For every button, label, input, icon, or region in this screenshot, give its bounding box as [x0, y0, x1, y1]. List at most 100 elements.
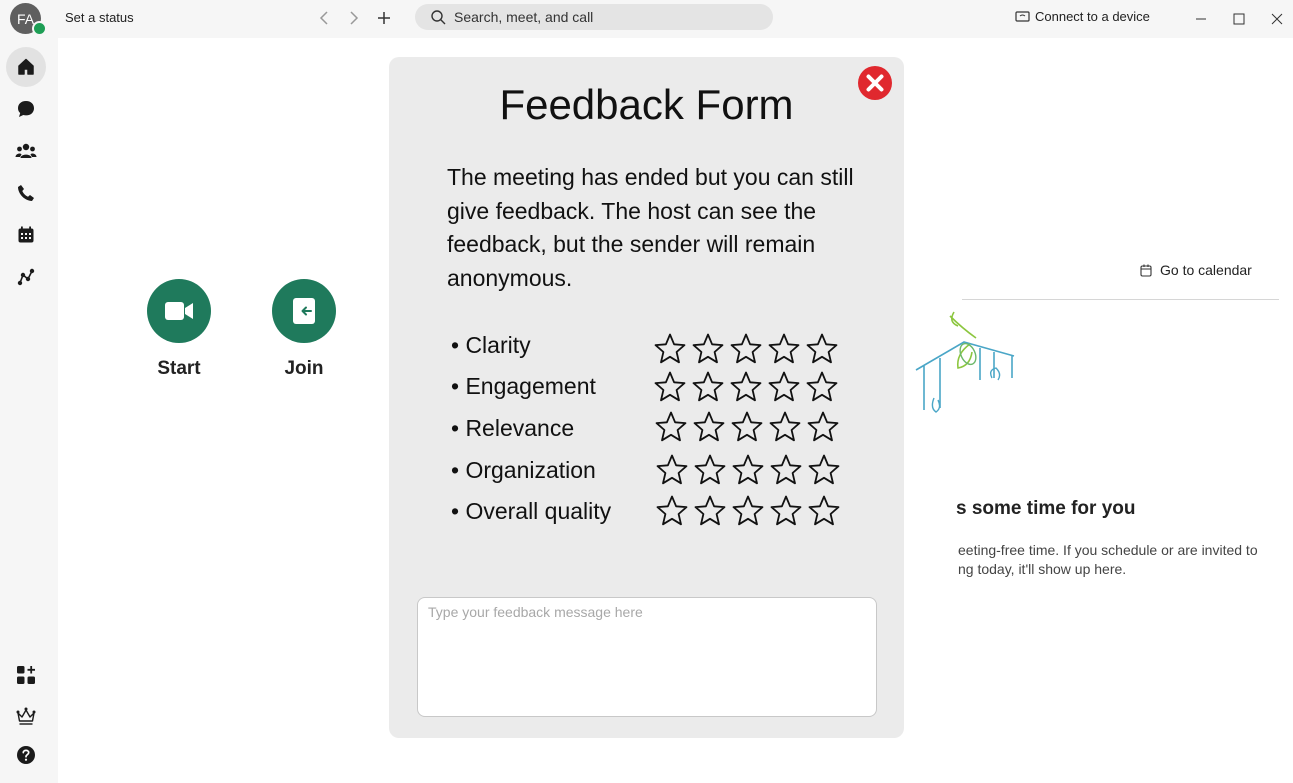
star-4-button[interactable] [766, 410, 804, 444]
star-icon [806, 333, 838, 364]
set-status-link[interactable]: Set a status [65, 10, 134, 25]
sidebar-item-calling[interactable] [6, 173, 46, 213]
close-icon [1271, 13, 1283, 25]
star-4-button[interactable] [767, 494, 805, 528]
help-icon [17, 746, 35, 764]
star-1-button[interactable] [652, 410, 690, 444]
feedback-message-input[interactable] [417, 597, 877, 717]
star-2-button[interactable] [689, 332, 727, 366]
connect-device-button[interactable]: Connect to a device [1015, 9, 1150, 24]
star-2-button[interactable] [691, 453, 729, 487]
star-icon [808, 495, 840, 526]
calendar-icon [1140, 264, 1152, 277]
star-1-button[interactable] [653, 494, 691, 528]
rating-overall-quality [653, 494, 843, 528]
star-icon [768, 371, 800, 402]
search-bar[interactable]: Search, meet, and call [415, 4, 773, 30]
criterion-label-organization: • Organization [451, 457, 596, 483]
meeting-free-illustration [915, 311, 1015, 413]
empty-state-title: s some time for you [956, 498, 1136, 519]
star-icon [654, 371, 686, 402]
close-dialog-button[interactable] [858, 66, 892, 100]
star-icon [692, 371, 724, 402]
rating-engagement [651, 370, 841, 404]
star-4-button[interactable] [765, 370, 803, 404]
star-1-button[interactable] [651, 332, 689, 366]
home-icon [18, 58, 34, 75]
star-4-button[interactable] [767, 453, 805, 487]
presence-indicator [32, 21, 47, 36]
go-to-calendar-label: Go to calendar [1160, 262, 1252, 278]
apps-add-icon [17, 666, 35, 684]
star-3-button[interactable] [729, 494, 767, 528]
rating-clarity [651, 332, 841, 366]
star-icon [693, 411, 725, 442]
star-icon [655, 411, 687, 442]
feedback-dialog: Feedback Form The meeting has ended but … [389, 57, 904, 738]
star-5-button[interactable] [803, 332, 841, 366]
star-icon [770, 495, 802, 526]
criterion-label-clarity: • Clarity [451, 332, 531, 358]
workflow-icon [17, 268, 35, 286]
minimize-button[interactable] [1190, 8, 1212, 30]
star-icon [730, 333, 762, 364]
close-window-button[interactable] [1266, 8, 1288, 30]
device-icon [1015, 10, 1030, 22]
sidebar-item-add-apps[interactable] [6, 655, 46, 695]
start-meeting-button[interactable] [147, 279, 211, 343]
chat-icon [18, 101, 34, 117]
star-icon [656, 454, 688, 485]
star-icon [732, 495, 764, 526]
criterion-label-engagement: • Engagement [451, 373, 596, 399]
go-to-calendar-link[interactable]: Go to calendar [1140, 262, 1252, 278]
join-label: Join [284, 358, 324, 379]
minimize-icon [1196, 18, 1206, 20]
maximize-button[interactable] [1228, 8, 1250, 30]
sidebar-item-teams[interactable] [6, 131, 46, 171]
star-4-button[interactable] [765, 332, 803, 366]
star-3-button[interactable] [728, 410, 766, 444]
connect-label: Connect to a device [1035, 9, 1150, 24]
chevron-left-icon [319, 11, 328, 25]
star-2-button[interactable] [690, 410, 728, 444]
star-1-button[interactable] [653, 453, 691, 487]
sidebar-item-workflows[interactable] [6, 257, 46, 297]
feedback-title: Feedback Form [499, 81, 794, 128]
star-icon [730, 371, 762, 402]
back-button[interactable] [313, 7, 335, 29]
criterion-label-relevance: • Relevance [451, 415, 575, 441]
title-bar: FA Set a status Search, meet, and call C… [0, 0, 1293, 38]
criterion-label-overall-quality: • Overall quality [451, 498, 612, 524]
join-icon [293, 298, 315, 324]
new-button[interactable] [373, 7, 395, 29]
star-3-button[interactable] [729, 453, 767, 487]
chevron-right-icon [350, 11, 359, 25]
star-5-button[interactable] [804, 410, 842, 444]
forward-button[interactable] [343, 7, 365, 29]
search-icon [431, 9, 446, 24]
avatar-initials: FA [16, 10, 35, 27]
star-5-button[interactable] [803, 370, 841, 404]
rating-relevance [652, 410, 842, 444]
sidebar-item-premium[interactable] [6, 696, 46, 736]
star-3-button[interactable] [727, 332, 765, 366]
star-5-button[interactable] [805, 494, 843, 528]
crown-icon [16, 707, 36, 725]
star-2-button[interactable] [691, 494, 729, 528]
video-camera-icon [165, 302, 193, 320]
rating-organization [653, 453, 843, 487]
star-5-button[interactable] [805, 453, 843, 487]
star-3-button[interactable] [727, 370, 765, 404]
sidebar-item-messaging[interactable] [6, 89, 46, 129]
join-meeting-button[interactable] [272, 279, 336, 343]
star-2-button[interactable] [689, 370, 727, 404]
star-icon [769, 411, 801, 442]
sidebar-item-home[interactable] [6, 47, 46, 87]
sidebar-item-calendar[interactable] [6, 215, 46, 255]
search-placeholder: Search, meet, and call [454, 9, 594, 25]
star-icon [807, 411, 839, 442]
star-1-button[interactable] [651, 370, 689, 404]
sidebar-item-help[interactable] [6, 735, 46, 775]
sidebar [0, 38, 58, 783]
star-icon [808, 454, 840, 485]
